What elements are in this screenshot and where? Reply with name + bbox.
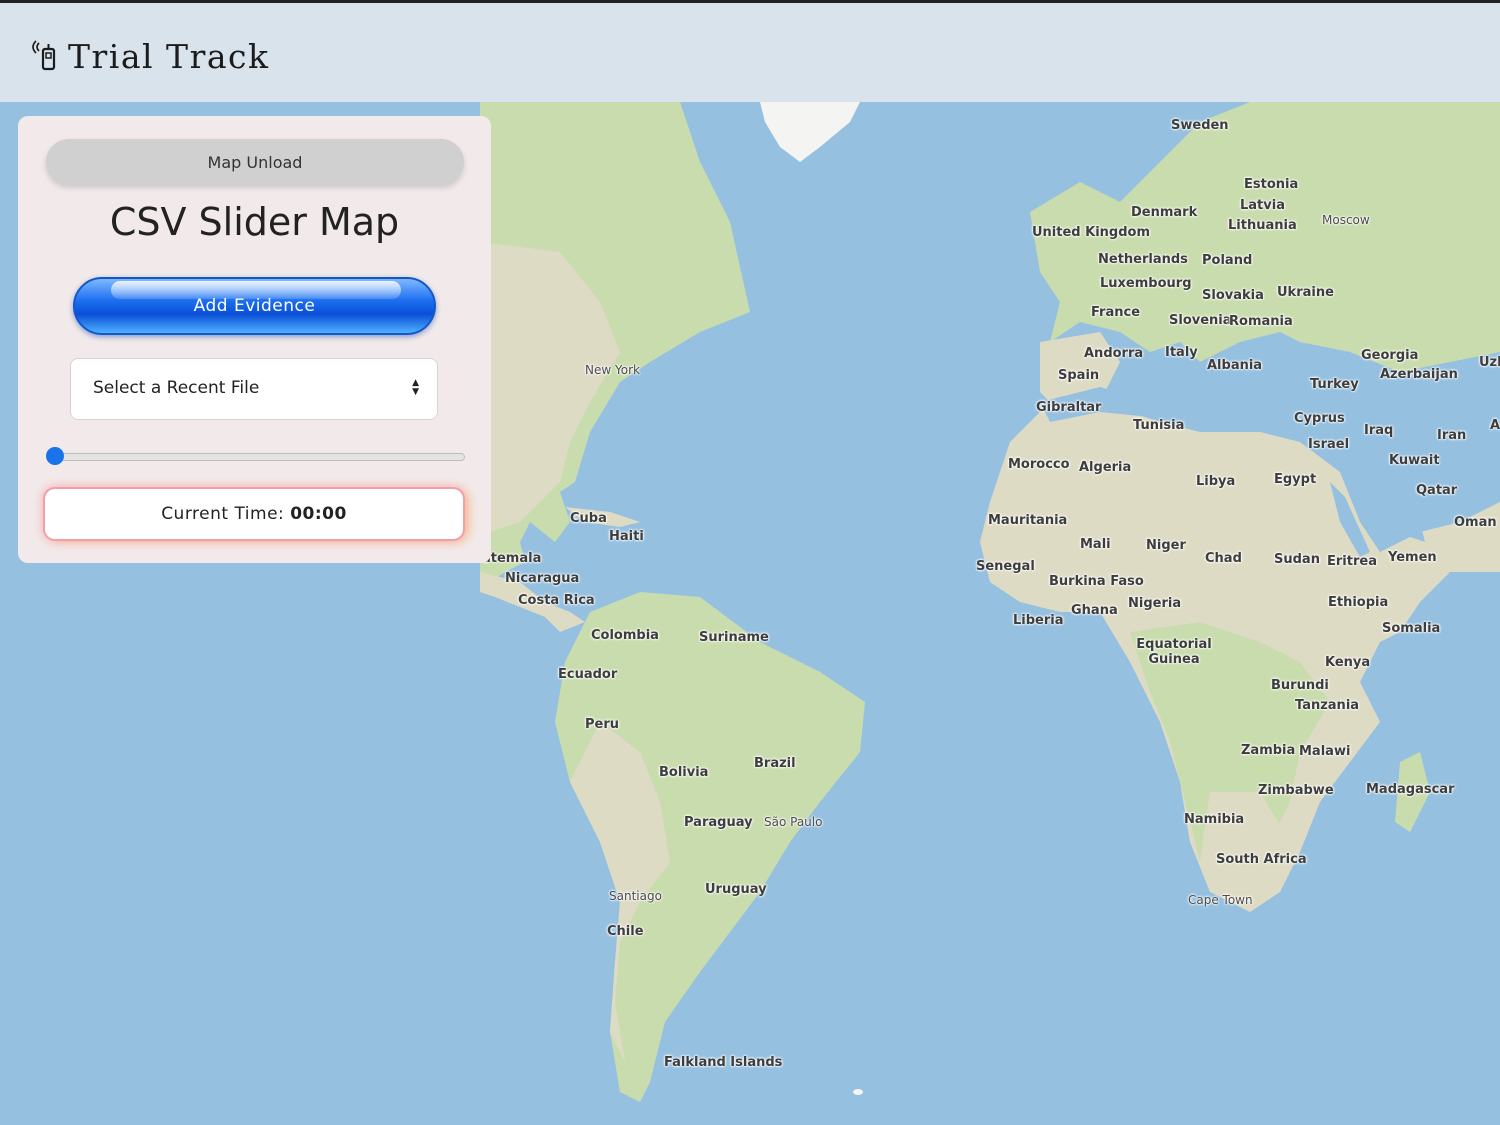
map-label-country: Morocco <box>1008 457 1070 472</box>
map-label-country: Slovenia <box>1169 313 1232 328</box>
panel-title: CSV Slider Map <box>109 200 400 244</box>
map-label-country: Uzb <box>1479 355 1500 370</box>
add-evidence-label: Add Evidence <box>193 296 316 316</box>
map-label-country: Cyprus <box>1294 411 1345 426</box>
map-label-country: Slovakia <box>1202 288 1264 303</box>
current-time-value: 00:00 <box>290 504 347 524</box>
map-label-country: Iraq <box>1364 423 1394 438</box>
map-label-country: Georgia <box>1361 348 1419 363</box>
map-label-country: Israel <box>1308 437 1350 452</box>
current-time-display: Current Time: 00:00 <box>45 489 463 539</box>
map-label-country: Equatorial Guinea <box>1136 637 1212 667</box>
map-label-country: Gibraltar <box>1036 400 1102 415</box>
map-label-country: France <box>1091 305 1141 320</box>
app-title: Trial Track <box>68 37 270 76</box>
map-label-country: Nigeria <box>1128 596 1182 611</box>
map-label-city: New York <box>585 363 640 377</box>
map-label-country: Lithuania <box>1228 218 1297 233</box>
map-label-country: Qatar <box>1416 483 1458 498</box>
map-label-country: Malawi <box>1299 744 1351 759</box>
map-label-country: Peru <box>585 717 620 732</box>
map-label-country: Chile <box>607 924 644 939</box>
brand[interactable]: Trial Track <box>30 37 270 76</box>
map-label-country: Azerbaijan <box>1380 367 1458 382</box>
map-label-country: Sweden <box>1171 118 1229 133</box>
map-label-country: Mali <box>1080 537 1111 552</box>
map-label-country: Latvia <box>1240 198 1285 213</box>
map-label-country: Sudan <box>1274 552 1320 567</box>
map-label-country: Namibia <box>1184 812 1245 827</box>
map-label-country: Romania <box>1229 314 1293 329</box>
map-label-country: Ghana <box>1071 603 1118 618</box>
map-label-country: Zimbabwe <box>1258 783 1334 798</box>
map-label-country: Mauritania <box>988 513 1068 528</box>
map-label-country: Uruguay <box>705 882 767 897</box>
time-slider-thumb[interactable] <box>46 447 64 465</box>
map-label-country: Cuba <box>570 511 607 526</box>
recent-file-select[interactable]: Select a Recent File ▲ ▼ <box>70 358 438 420</box>
map-label-country: Iran <box>1437 428 1467 443</box>
map-label-country: Italy <box>1165 345 1198 360</box>
map-label-country: Colombia <box>591 628 659 643</box>
map-label-country: Ecuador <box>558 667 618 682</box>
control-panel: Map Unload CSV Slider Map Add Evidence S… <box>18 116 491 563</box>
map-label-country: Senegal <box>976 559 1035 574</box>
current-time-label: Current Time: <box>161 504 285 524</box>
map-label-country: South Africa <box>1216 852 1307 867</box>
map-label-country: Poland <box>1202 253 1253 268</box>
add-evidence-button[interactable]: Add Evidence <box>73 277 436 335</box>
map-label-country: Falkland Islands <box>664 1055 783 1070</box>
map-label-country: Eritrea <box>1327 554 1377 569</box>
map-label-country: Denmark <box>1131 205 1198 220</box>
map-label-country: Haiti <box>609 529 644 544</box>
map-label-country: Egypt <box>1274 472 1317 487</box>
map-label-country: Albania <box>1207 358 1263 373</box>
map-label-country: Yemen <box>1388 550 1437 565</box>
map-label-country: Zambia <box>1241 743 1296 758</box>
map-label-country: Spain <box>1058 368 1100 383</box>
map-label-country: Oman <box>1454 515 1497 530</box>
select-arrows-icon: ▲ ▼ <box>412 378 419 397</box>
map-label-country: Brazil <box>754 756 796 771</box>
map-label-country: United Kingdom <box>1032 225 1151 240</box>
map-label-country: Madagascar <box>1366 782 1455 797</box>
time-slider-track[interactable] <box>53 453 465 461</box>
map-label-country: Ethiopia <box>1328 595 1389 610</box>
map-label-country: Luxembourg <box>1100 276 1192 291</box>
map-label-country: Costa Rica <box>518 593 595 608</box>
map-label-country: Netherlands <box>1098 252 1188 267</box>
app-header: Trial Track <box>0 0 1500 102</box>
map-label-country: Kenya <box>1325 655 1371 670</box>
map-label-country: Libya <box>1196 474 1236 489</box>
map-label-country: Paraguay <box>684 815 753 830</box>
map-label-city: São Paulo <box>764 815 823 829</box>
map-label-city: Moscow <box>1322 213 1370 227</box>
map-unload-button[interactable]: Map Unload <box>46 139 464 185</box>
map-label-country: Ukraine <box>1277 285 1334 300</box>
map-label-country: Liberia <box>1013 613 1064 628</box>
map-label-country: Tunisia <box>1133 418 1185 433</box>
phone-signal-icon <box>32 39 56 70</box>
map-label-country: Burundi <box>1271 678 1329 693</box>
map-label-country: Niger <box>1146 538 1186 553</box>
map-label-city: Cape Town <box>1188 893 1253 907</box>
map-label-country: Algeria <box>1079 460 1132 475</box>
map-label-country: Burkina Faso <box>1049 574 1144 589</box>
map-label-country: Andorra <box>1084 346 1144 361</box>
map-label-country: Chad <box>1205 551 1242 566</box>
map-label-country: A <box>1490 418 1500 433</box>
map-label-country: Nicaragua <box>505 571 580 586</box>
map-label-country: Tanzania <box>1295 698 1360 713</box>
map-label-country: Turkey <box>1310 377 1359 392</box>
map-label-city: Santiago <box>609 889 662 903</box>
map-label-country: Suriname <box>699 630 769 645</box>
recent-file-select-value: Select a Recent File <box>93 378 260 398</box>
map-label-country: Estonia <box>1244 177 1299 192</box>
map-label-country: Kuwait <box>1389 453 1440 468</box>
map-label-country: Bolivia <box>659 765 709 780</box>
map-label-country: Somalia <box>1382 621 1441 636</box>
